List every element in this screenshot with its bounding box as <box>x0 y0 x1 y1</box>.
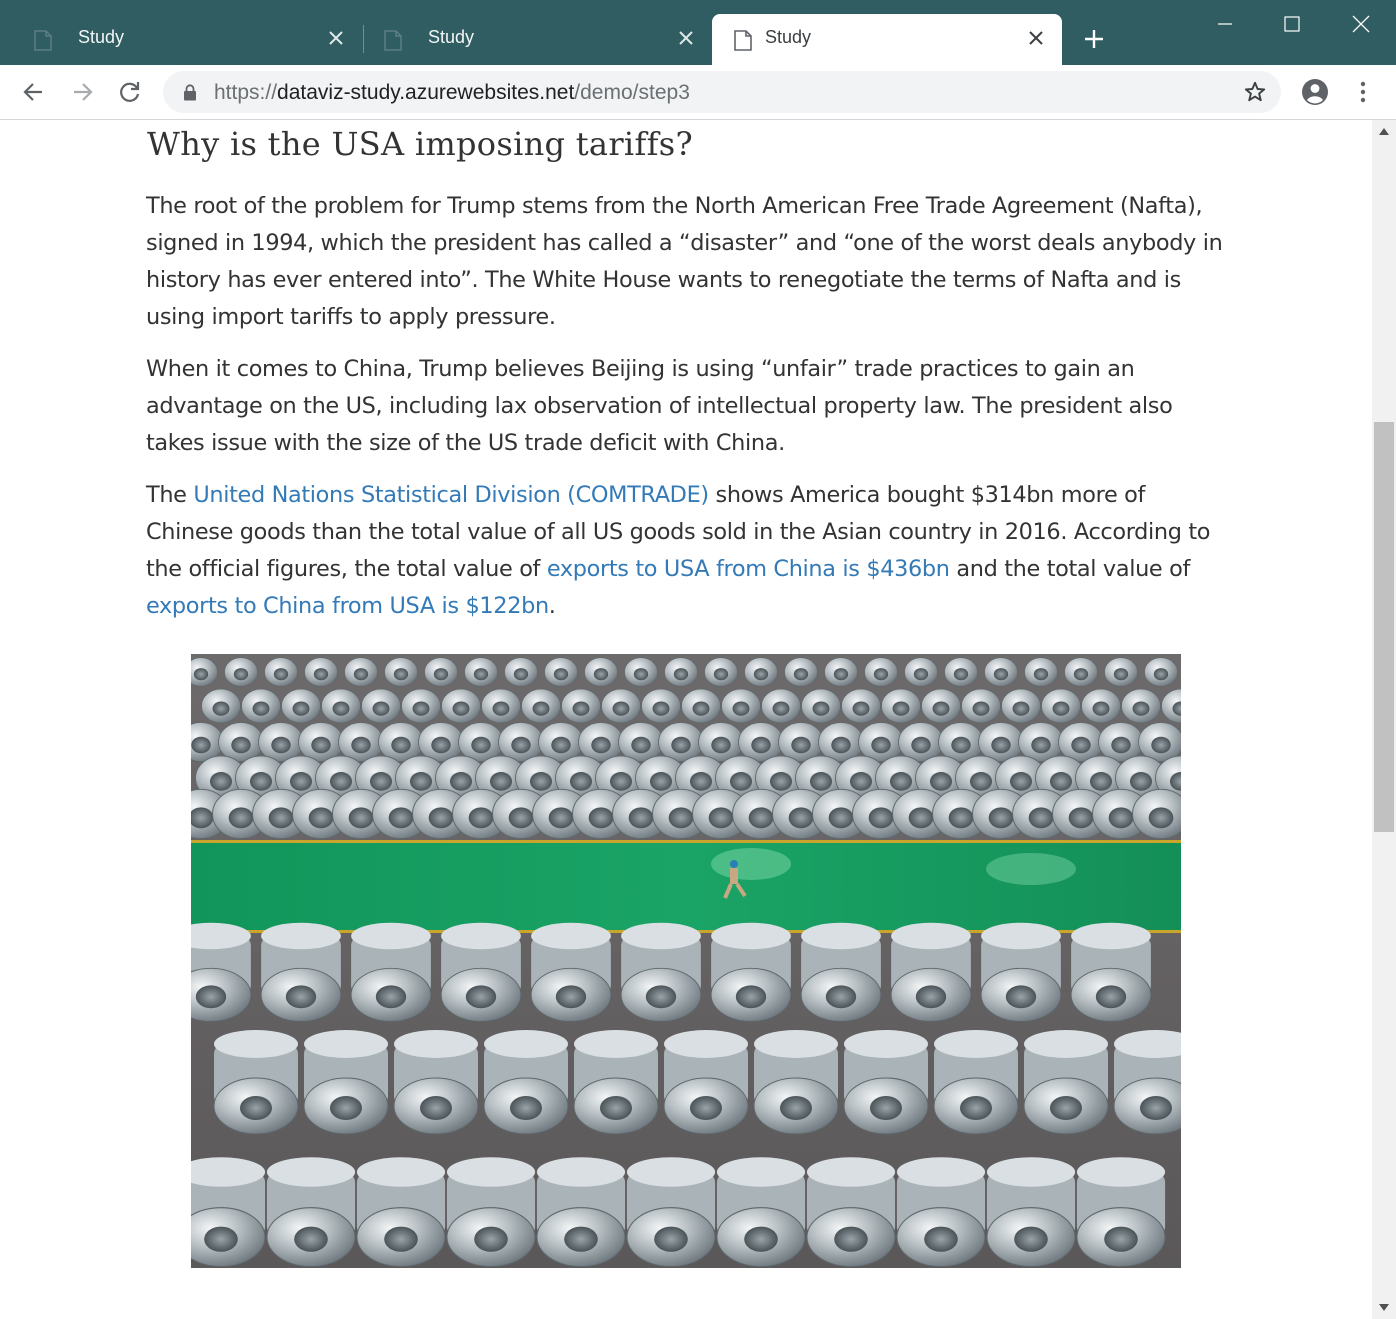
tab-title: Study <box>78 27 125 47</box>
article-paragraph-3: The United Nations Statistical Division … <box>146 477 1228 625</box>
minimize-icon[interactable] <box>1213 12 1237 36</box>
tab-title: Study <box>428 27 475 47</box>
profile-avatar-icon[interactable] <box>1301 78 1329 106</box>
scroll-up-arrow-icon[interactable] <box>1379 128 1389 135</box>
steel-coils-photo <box>191 654 1181 1268</box>
tab-3-active[interactable]: Study <box>712 14 1062 65</box>
article-paragraph-1: The root of the problem for Trump stems … <box>146 193 1223 330</box>
exports-usa-to-china-link[interactable]: exports to China from USA is $122bn <box>146 593 549 619</box>
document-icon <box>34 30 52 51</box>
address-bar[interactable]: https://dataviz-study.azurewebsites.net/… <box>163 71 1281 113</box>
url-host: dataviz-study.azurewebsites.net <box>277 81 575 104</box>
tab-2[interactable]: Study <box>362 14 712 65</box>
close-icon[interactable] <box>1026 28 1046 48</box>
back-arrow-icon[interactable] <box>20 78 48 106</box>
menu-kebab-icon[interactable] <box>1349 78 1377 106</box>
page-content: Why is the USA imposing tariffs? The roo… <box>0 120 1372 1319</box>
browser-toolbar: https://dataviz-study.azurewebsites.net/… <box>0 65 1396 120</box>
tab-strip: Study Study Study <box>0 0 1396 65</box>
window-close-icon[interactable] <box>1349 12 1373 36</box>
new-tab-plus-icon[interactable] <box>1082 27 1106 51</box>
scroll-down-arrow-icon[interactable] <box>1379 1304 1389 1311</box>
tab-1[interactable]: Study <box>12 14 362 65</box>
document-icon <box>734 30 752 51</box>
text-run: . <box>548 593 556 619</box>
maximize-icon[interactable] <box>1280 12 1304 36</box>
lock-icon <box>184 84 196 101</box>
text-run: The <box>146 482 194 508</box>
exports-china-to-usa-link[interactable]: exports to USA from China is $436bn <box>547 556 950 582</box>
tab-title: Study <box>765 27 812 47</box>
vertical-scrollbar[interactable] <box>1372 120 1396 1319</box>
url-scheme: https:// <box>214 81 278 104</box>
close-icon[interactable] <box>676 28 696 48</box>
text-run: and the total value of <box>949 556 1190 582</box>
scrollbar-thumb[interactable] <box>1374 422 1394 832</box>
article-heading: Why is the USA imposing tariffs? <box>147 125 693 163</box>
url-text[interactable]: https://dataviz-study.azurewebsites.net/… <box>214 81 690 105</box>
forward-arrow-icon[interactable] <box>68 78 96 106</box>
article-paragraph-2: When it comes to China, Trump believes B… <box>146 356 1173 456</box>
close-icon[interactable] <box>326 28 346 48</box>
reload-icon[interactable] <box>116 78 144 106</box>
document-icon <box>384 30 402 51</box>
bookmark-star-icon[interactable] <box>1243 80 1267 104</box>
comtrade-link[interactable]: United Nations Statistical Division (COM… <box>193 482 709 508</box>
url-path: /demo/step3 <box>574 81 690 104</box>
